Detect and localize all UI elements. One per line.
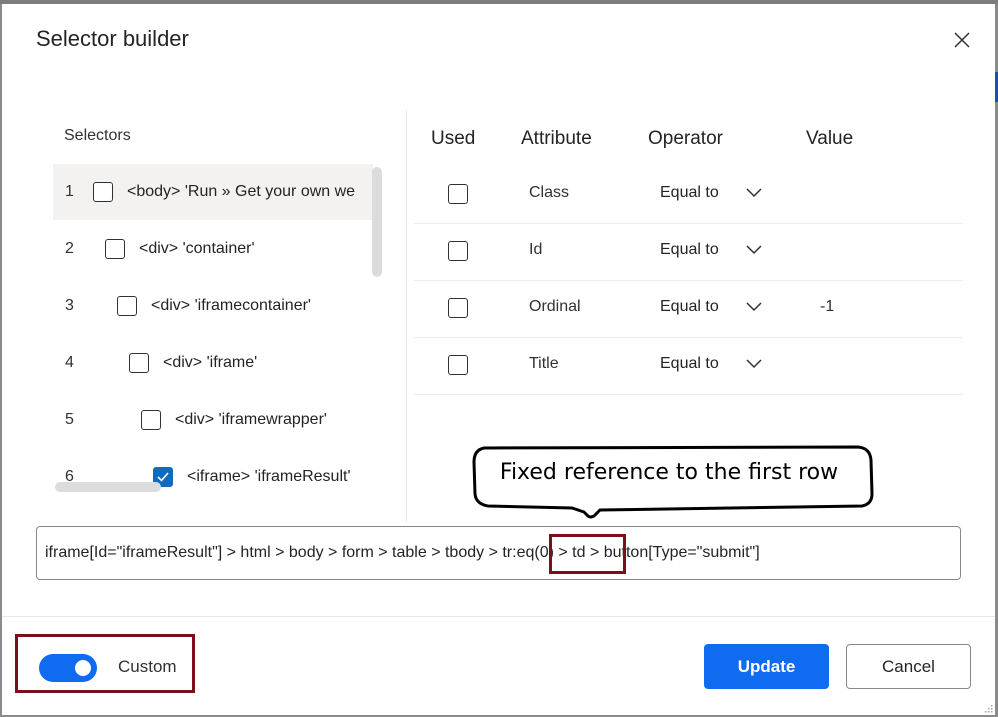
attribute-row: Id Equal to	[414, 224, 963, 281]
chevron-down-icon[interactable]	[744, 356, 764, 372]
attribute-name: Title	[529, 355, 559, 372]
attribute-row: Class Equal to	[414, 167, 963, 224]
attribute-row: Ordinal Equal to -1	[414, 281, 963, 338]
attribute-name: Class	[529, 184, 570, 201]
panel-divider	[406, 110, 407, 522]
selector-checkbox[interactable]	[105, 239, 125, 259]
used-checkbox[interactable]	[448, 241, 468, 261]
selector-checkbox[interactable]	[129, 353, 149, 373]
close-button[interactable]	[948, 26, 976, 54]
selector-builder-dialog: Selector builder Selectors 1 <body> 'Run …	[2, 4, 995, 715]
operator-dropdown[interactable]: Equal to	[660, 241, 719, 259]
highlight-box-tr-eq	[549, 534, 626, 574]
column-header-used: Used	[431, 128, 476, 149]
selectors-label: Selectors	[64, 127, 131, 144]
used-checkbox[interactable]	[448, 298, 468, 318]
selector-item[interactable]: 1 <body> 'Run » Get your own we	[53, 164, 373, 220]
selector-index: 5	[65, 411, 74, 428]
selector-text: <body> 'Run » Get your own we	[127, 183, 356, 200]
selector-checkbox[interactable]	[93, 182, 113, 202]
used-checkbox[interactable]	[448, 184, 468, 204]
selector-index: 4	[65, 354, 74, 371]
custom-toggle-label: Custom	[118, 657, 177, 676]
callout-text: Fixed reference to the first row	[499, 460, 839, 485]
selector-text: <div> 'container'	[139, 240, 255, 257]
toggle-knob	[75, 660, 91, 676]
selector-item[interactable]: 5 <div> 'iframewrapper'	[53, 392, 373, 448]
selector-item[interactable]: 3 <div> 'iframecontainer'	[53, 278, 373, 334]
selector-item[interactable]: 2 <div> 'container'	[53, 221, 373, 277]
attribute-row: Title Equal to	[414, 338, 963, 395]
attribute-value[interactable]: -1	[820, 298, 834, 316]
dialog-title: Selector builder	[36, 26, 189, 51]
cancel-button[interactable]: Cancel	[846, 644, 971, 689]
chevron-down-icon[interactable]	[744, 242, 764, 258]
operator-dropdown[interactable]: Equal to	[660, 298, 719, 316]
selector-text: <div> 'iframewrapper'	[175, 411, 327, 428]
custom-toggle[interactable]	[39, 654, 97, 682]
selector-text: <div> 'iframecontainer'	[151, 297, 311, 314]
chevron-down-icon[interactable]	[744, 299, 764, 315]
selectors-horizontal-scrollbar[interactable]	[55, 482, 161, 492]
attribute-name: Id	[529, 241, 543, 258]
close-icon	[954, 32, 970, 48]
resize-grip-icon[interactable]	[981, 703, 993, 715]
chevron-down-icon[interactable]	[744, 185, 764, 201]
selector-text: <div> 'iframe'	[163, 354, 258, 371]
selector-text: <iframe> 'iframeResult'	[187, 468, 351, 485]
update-button[interactable]: Update	[704, 644, 829, 689]
selector-index: 1	[65, 183, 74, 200]
operator-dropdown[interactable]: Equal to	[660, 184, 719, 202]
attribute-name: Ordinal	[529, 298, 581, 315]
footer-divider	[2, 616, 995, 617]
selector-index: 3	[65, 297, 74, 314]
selector-checkbox[interactable]	[141, 410, 161, 430]
selectors-vertical-scrollbar[interactable]	[372, 167, 382, 277]
selectors-list: 1 <body> 'Run » Get your own we 2 <div> 'co…	[53, 164, 383, 492]
operator-dropdown[interactable]: Equal to	[660, 355, 719, 373]
column-header-value: Value	[806, 128, 854, 149]
selector-text-field[interactable]: iframe[Id="iframeResult"] > html > body …	[36, 526, 961, 580]
column-header-attribute: Attribute	[521, 128, 592, 149]
selector-item[interactable]: 4 <div> 'iframe'	[53, 335, 373, 391]
annotation-callout: Fixed reference to the first row	[472, 444, 876, 520]
column-header-operator: Operator	[648, 128, 723, 149]
selector-index: 2	[65, 240, 74, 257]
used-checkbox[interactable]	[448, 355, 468, 375]
selector-checkbox[interactable]	[117, 296, 137, 316]
